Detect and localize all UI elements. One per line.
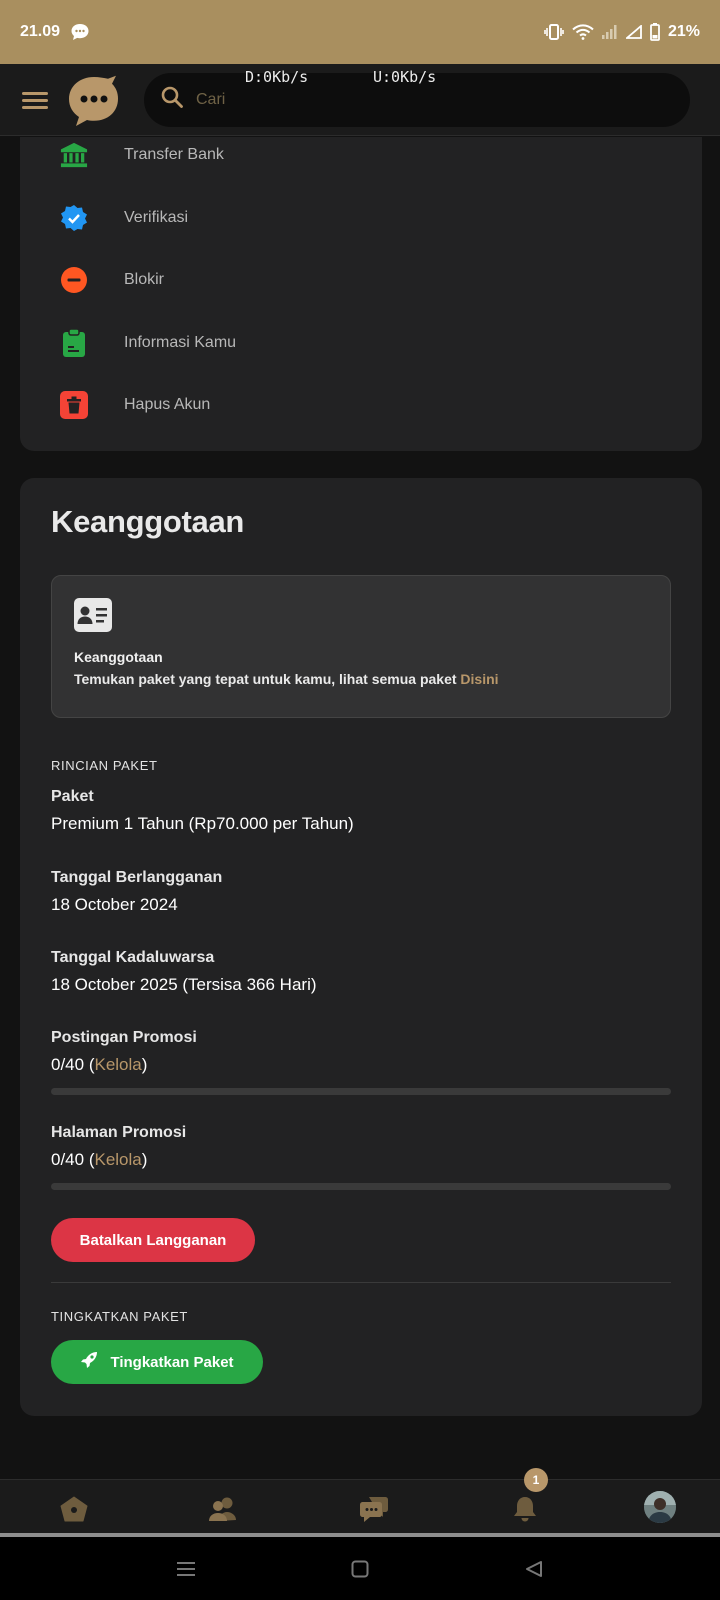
upgrade-package-button-label: Tingkatkan Paket bbox=[110, 1353, 234, 1371]
menu-item-label: Hapus Akun bbox=[124, 396, 211, 414]
system-navigation-bar bbox=[0, 1537, 720, 1600]
bottom-navigation: 1 bbox=[0, 1468, 720, 1533]
promo-pages-field: Halaman Promosi 0/40 (Kelola) bbox=[51, 1124, 186, 1170]
menu-item-informasi-kamu[interactable]: Informasi Kamu bbox=[60, 312, 236, 375]
app-logo[interactable] bbox=[66, 72, 122, 128]
promo-pages-value: 0/40 (Kelola) bbox=[51, 1150, 148, 1169]
bank-icon bbox=[60, 141, 88, 169]
chat-notification-icon bbox=[70, 22, 90, 42]
id-card-icon bbox=[74, 598, 112, 636]
verified-badge-icon bbox=[60, 204, 88, 232]
clipboard-icon bbox=[60, 328, 88, 357]
subscribed-date-value: 18 October 2024 bbox=[51, 895, 178, 914]
home-icon[interactable] bbox=[59, 1494, 89, 1524]
expiry-date-field: Tanggal Kadaluwarsa 18 October 2025 (Ter… bbox=[51, 949, 317, 995]
expiry-date-value: 18 October 2025 (Tersisa 366 Hari) bbox=[51, 975, 317, 994]
vibrate-icon bbox=[544, 24, 564, 40]
promo-pages-progress bbox=[51, 1183, 671, 1190]
profile-avatar[interactable] bbox=[644, 1491, 676, 1523]
upgrade-package-label: TINGKATKAN PAKET bbox=[51, 1309, 188, 1324]
menu-item-blokir[interactable]: Blokir bbox=[60, 249, 236, 312]
signal-icon bbox=[625, 25, 642, 39]
membership-title: Keanggotaan bbox=[51, 504, 245, 539]
upload-speed: U:0Kb/s bbox=[373, 68, 437, 86]
cancel-subscription-button[interactable]: Batalkan Langganan bbox=[51, 1218, 255, 1262]
promo-posts-progress bbox=[51, 1088, 671, 1095]
promo-pages-count: 0/40 bbox=[51, 1150, 85, 1169]
subscribed-date-field: Tanggal Berlangganan 18 October 2024 bbox=[51, 869, 222, 915]
settings-menu-list: Transfer Bank Verifikasi Blokir Informas… bbox=[60, 124, 236, 437]
status-time: 21.09 bbox=[20, 23, 61, 40]
notification-bell-icon[interactable]: 1 bbox=[510, 1468, 548, 1524]
search-icon bbox=[160, 85, 184, 114]
home-button-icon[interactable] bbox=[348, 1557, 372, 1581]
promo-posts-count: 0/40 bbox=[51, 1055, 85, 1074]
expiry-date-label: Tanggal Kadaluwarsa bbox=[51, 949, 215, 966]
block-icon bbox=[60, 266, 88, 294]
menu-item-verifikasi[interactable]: Verifikasi bbox=[60, 187, 236, 250]
trash-icon bbox=[60, 391, 88, 420]
upgrade-package-button[interactable]: Tingkatkan Paket bbox=[51, 1340, 263, 1384]
rocket-icon bbox=[80, 1351, 98, 1373]
menu-item-label: Informasi Kamu bbox=[124, 333, 237, 351]
back-button-icon[interactable] bbox=[522, 1557, 546, 1581]
info-box-title: Keanggotaan bbox=[74, 649, 163, 665]
membership-info-box: Keanggotaan Temukan paket yang tepat unt… bbox=[51, 575, 671, 718]
settings-menu-card: Transfer Bank Verifikasi Blokir Informas… bbox=[20, 137, 702, 451]
info-box-description: Temukan paket yang tepat untuk kamu, lih… bbox=[74, 671, 648, 687]
battery-icon bbox=[650, 23, 660, 41]
battery-percent: 21% bbox=[667, 23, 700, 40]
see-all-packages-link[interactable]: Disini bbox=[460, 671, 498, 687]
subscribed-date-label: Tanggal Berlangganan bbox=[51, 869, 223, 886]
manage-promo-pages-link[interactable]: Kelola bbox=[94, 1150, 141, 1169]
package-field: Paket Premium 1 Tahun (Rp70.000 per Tahu… bbox=[51, 788, 354, 834]
package-details-label: RINCIAN PAKET bbox=[51, 758, 158, 773]
notification-badge: 1 bbox=[524, 1468, 548, 1492]
signal-weak-icon bbox=[601, 25, 618, 39]
recent-apps-icon[interactable] bbox=[174, 1557, 198, 1581]
menu-item-label: Transfer Bank bbox=[124, 146, 224, 164]
search-input[interactable] bbox=[196, 90, 596, 109]
status-bar: 21.09 21% bbox=[0, 0, 720, 64]
menu-item-label: Blokir bbox=[124, 271, 165, 289]
promo-pages-label: Halaman Promosi bbox=[51, 1124, 187, 1141]
menu-item-hapus-akun[interactable]: Hapus Akun bbox=[60, 374, 236, 437]
friends-icon[interactable] bbox=[208, 1494, 238, 1524]
manage-promo-posts-link[interactable]: Kelola bbox=[94, 1055, 141, 1074]
divider bbox=[51, 1282, 671, 1283]
menu-item-label: Verifikasi bbox=[124, 208, 189, 226]
wifi-icon bbox=[572, 24, 594, 40]
package-label: Paket bbox=[51, 788, 94, 805]
info-box-text: Temukan paket yang tepat untuk kamu, lih… bbox=[74, 671, 461, 687]
menu-item-transfer-bank[interactable]: Transfer Bank bbox=[60, 124, 236, 187]
promo-posts-value: 0/40 (Kelola) bbox=[51, 1055, 148, 1074]
promo-posts-field: Postingan Promosi 0/40 (Kelola) bbox=[51, 1029, 197, 1075]
download-speed: D:0Kb/s bbox=[245, 68, 309, 86]
package-value: Premium 1 Tahun (Rp70.000 per Tahun) bbox=[51, 814, 354, 833]
hamburger-menu-icon[interactable] bbox=[18, 83, 52, 117]
membership-card: Keanggotaan Keanggotaan Temukan paket ya… bbox=[20, 478, 702, 1416]
chat-icon[interactable] bbox=[359, 1494, 389, 1524]
promo-posts-label: Postingan Promosi bbox=[51, 1029, 197, 1046]
